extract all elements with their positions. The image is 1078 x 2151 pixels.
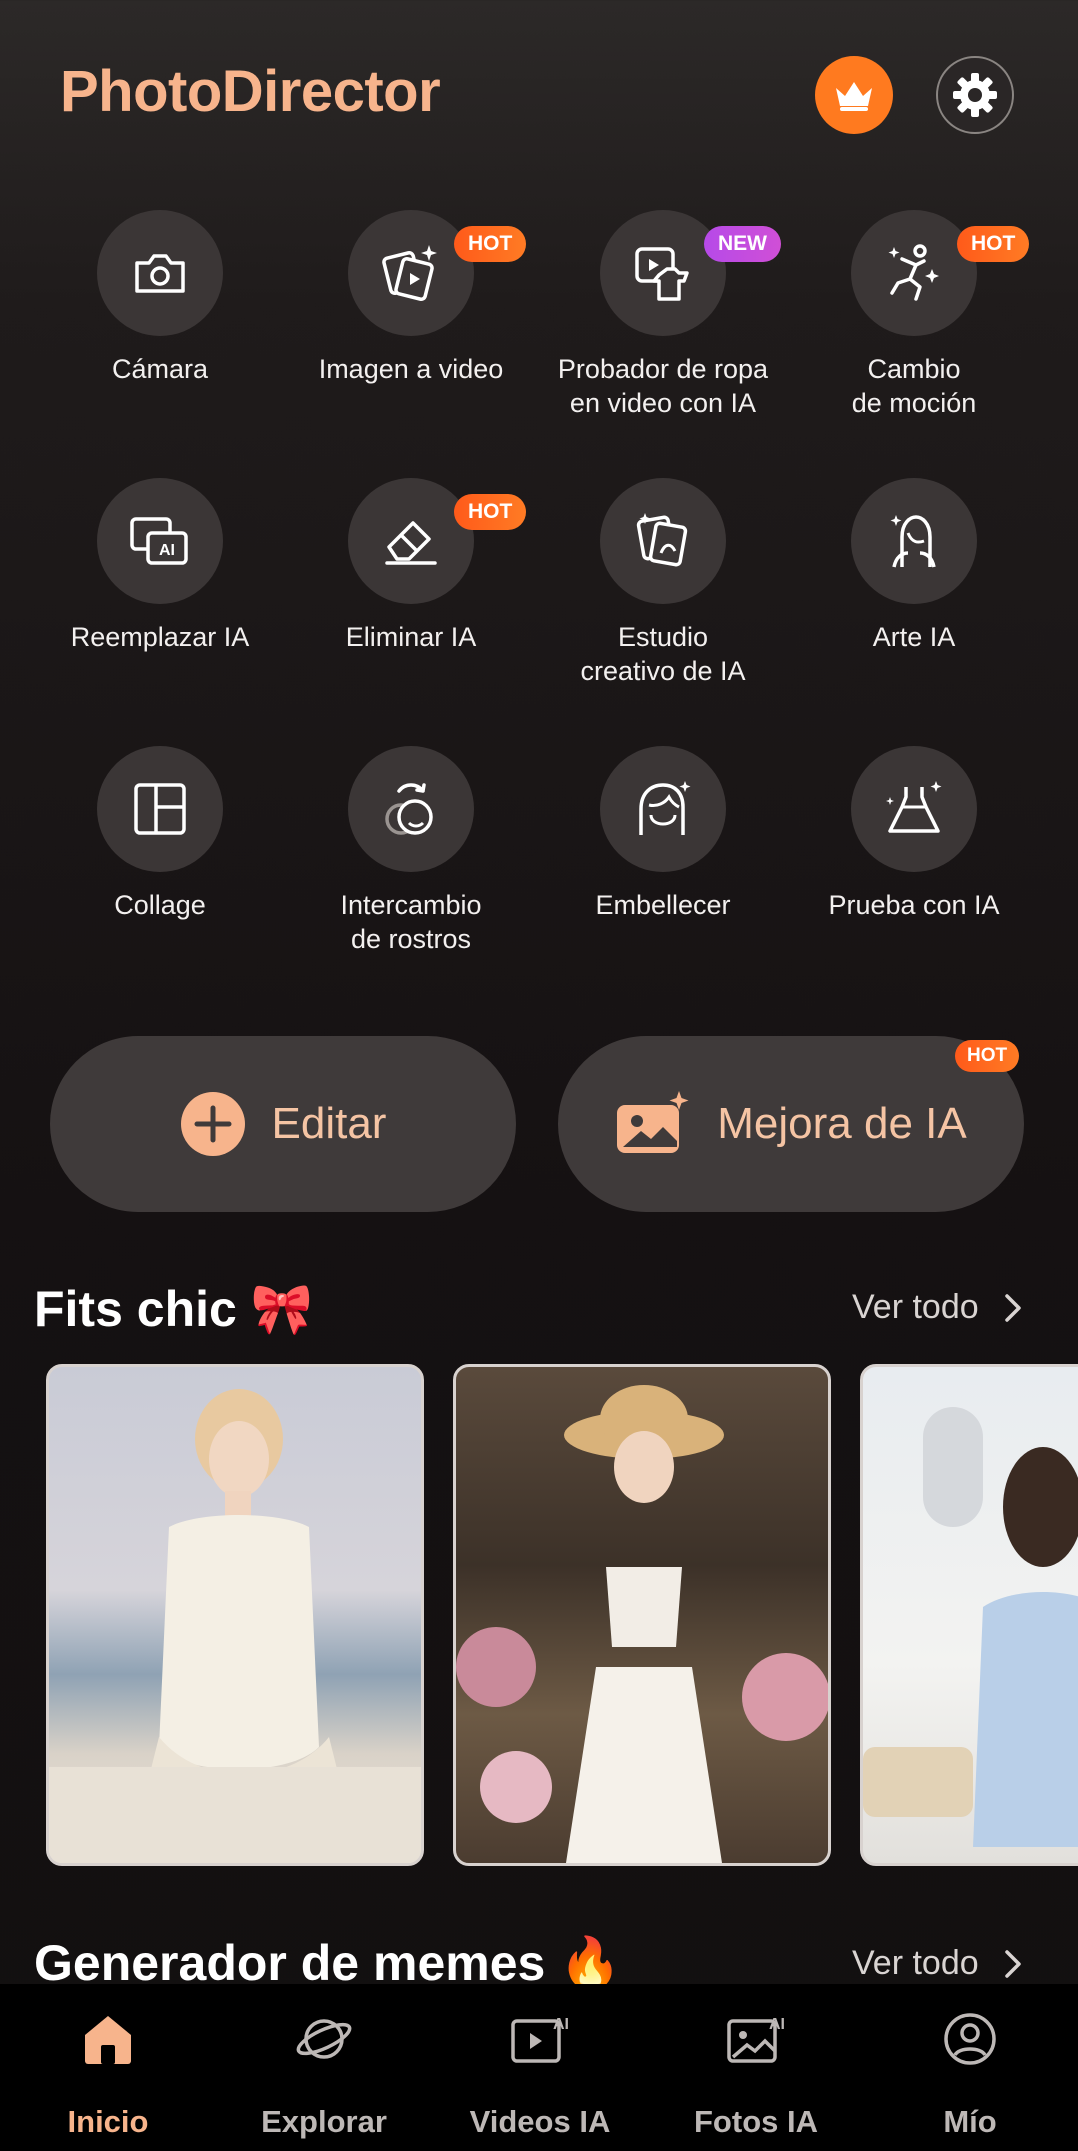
hot-badge: HOT — [454, 226, 527, 262]
see-all-fits[interactable]: Ver todo — [852, 1288, 1023, 1327]
hot-badge: HOT — [957, 226, 1030, 262]
image-to-video-icon — [382, 245, 437, 301]
tool-label: Cámara — [111, 354, 209, 384]
tool-ai-eraser[interactable]: Eliminar IA HOT — [286, 478, 536, 654]
fits-card[interactable] — [46, 1364, 424, 1866]
ai-enhance-button[interactable]: Mejora de IA — [558, 1036, 1024, 1212]
tool-label: Arte IA — [872, 622, 956, 652]
premium-button[interactable] — [815, 56, 893, 134]
plus-circle-icon — [180, 1092, 245, 1156]
fits-card[interactable] — [453, 1364, 831, 1866]
tool-ai-art[interactable]: Arte IA — [789, 478, 1039, 654]
tool-circle — [600, 210, 726, 336]
nav-label: Explorar — [261, 2104, 387, 2139]
tool-label: Intercambio de rostros — [340, 890, 482, 954]
home-icon — [85, 2016, 131, 2064]
tool-creative-studio[interactable]: Estudio creativo de IA — [538, 478, 788, 688]
camera-icon — [135, 254, 185, 293]
nav-home[interactable]: Inicio — [0, 1984, 216, 2140]
ai-enhance-label: Mejora de IA — [717, 1099, 967, 1148]
outfit-photo — [863, 1407, 1078, 1847]
tool-image-to-video[interactable]: Imagen a video HOT — [286, 210, 536, 386]
tool-label: Imagen a video — [318, 354, 504, 384]
tool-label: Collage — [114, 890, 206, 920]
tool-circle — [851, 746, 977, 872]
new-badge: NEW — [704, 226, 781, 262]
edit-button[interactable]: Editar — [50, 1036, 516, 1212]
motion-swap-icon — [888, 244, 939, 301]
ai-video-icon: AI — [511, 2016, 569, 2063]
tool-label: Estudio creativo de IA — [580, 622, 746, 686]
nav-label: Videos IA — [469, 2104, 611, 2139]
tool-motion-swap[interactable]: Cambio de moción HOT — [789, 210, 1039, 420]
tool-circle — [97, 746, 223, 872]
tool-circle — [97, 210, 223, 336]
creative-studio-icon — [636, 513, 688, 567]
tool-circle — [600, 746, 726, 872]
hot-badge: HOT — [955, 1040, 1020, 1072]
gear-icon — [953, 73, 997, 117]
image-sparkle-icon — [617, 1091, 689, 1153]
tool-circle — [600, 478, 726, 604]
ai-replace-icon: AI — [130, 517, 188, 565]
tool-circle — [348, 746, 474, 872]
fits-card[interactable] — [860, 1364, 1078, 1866]
svg-text:AI: AI — [553, 2016, 569, 2033]
hot-badge: HOT — [454, 494, 527, 530]
tool-dress-try-on[interactable]: Prueba con IA — [789, 746, 1039, 922]
nav-explore[interactable]: Explorar — [216, 1984, 432, 2140]
tool-label: Embellecer — [595, 890, 731, 920]
tool-label: Eliminar IA — [345, 622, 477, 652]
tool-label: Prueba con IA — [828, 890, 1000, 920]
face-swap-icon — [385, 783, 433, 835]
beautify-icon — [639, 781, 691, 835]
tool-beautify[interactable]: Embellecer — [538, 746, 788, 922]
svg-text:AI: AI — [769, 2016, 785, 2033]
chevron-right-icon — [1004, 1293, 1021, 1322]
tool-face-swap[interactable]: Intercambio de rostros — [286, 746, 536, 956]
see-all-label: Ver todo — [852, 1944, 979, 1982]
tool-circle: AI — [97, 478, 223, 604]
collage-icon — [134, 783, 186, 835]
ai-art-icon — [890, 515, 936, 568]
tool-circle — [348, 478, 474, 604]
nav-label: Fotos IA — [694, 2104, 818, 2139]
dress-try-on-icon — [886, 781, 942, 833]
tool-circle — [851, 210, 977, 336]
svg-text:AI: AI — [159, 542, 175, 559]
settings-button[interactable] — [936, 56, 1014, 134]
tool-circle — [851, 478, 977, 604]
video-try-on-icon — [635, 247, 689, 301]
crown-icon — [836, 82, 872, 111]
nav-label: Mío — [943, 2104, 997, 2139]
see-all-memes[interactable]: Ver todo — [852, 1944, 1023, 1983]
planet-icon — [296, 2019, 352, 2059]
tool-label: Cambio de moción — [851, 354, 977, 418]
user-icon — [944, 2013, 996, 2065]
bottom-nav: Inicio Explorar AI Videos IA AI Fotos IA… — [0, 1984, 1078, 2151]
eraser-icon — [385, 521, 437, 565]
tool-collage[interactable]: Collage — [35, 746, 285, 922]
tool-circle — [348, 210, 474, 336]
nav-label: Inicio — [67, 2104, 149, 2139]
tool-label: Probador de ropa en video con IA — [557, 354, 769, 418]
header: PhotoDirector — [0, 0, 1078, 190]
tool-label: Reemplazar IA — [70, 622, 250, 652]
nav-ai-videos[interactable]: AI Videos IA — [432, 1984, 648, 2140]
chevron-right-icon — [1004, 1949, 1021, 1978]
nav-me[interactable]: Mío — [862, 1984, 1078, 2140]
outfit-photo — [49, 1389, 421, 1863]
ai-photo-icon: AI — [727, 2016, 785, 2063]
nav-ai-photos[interactable]: AI Fotos IA — [648, 1984, 864, 2140]
tool-ai-replace[interactable]: AI Reemplazar IA — [35, 478, 285, 654]
see-all-label: Ver todo — [852, 1288, 979, 1326]
tool-camera[interactable]: Cámara — [35, 210, 285, 386]
section-title-fits: Fits chic 🎀 — [34, 1281, 313, 1337]
tool-video-try-on[interactable]: Probador de ropa en video con IA NEW — [538, 210, 788, 420]
outfit-photo — [456, 1385, 828, 1863]
app-title: PhotoDirector — [60, 59, 441, 124]
edit-label: Editar — [271, 1099, 387, 1148]
